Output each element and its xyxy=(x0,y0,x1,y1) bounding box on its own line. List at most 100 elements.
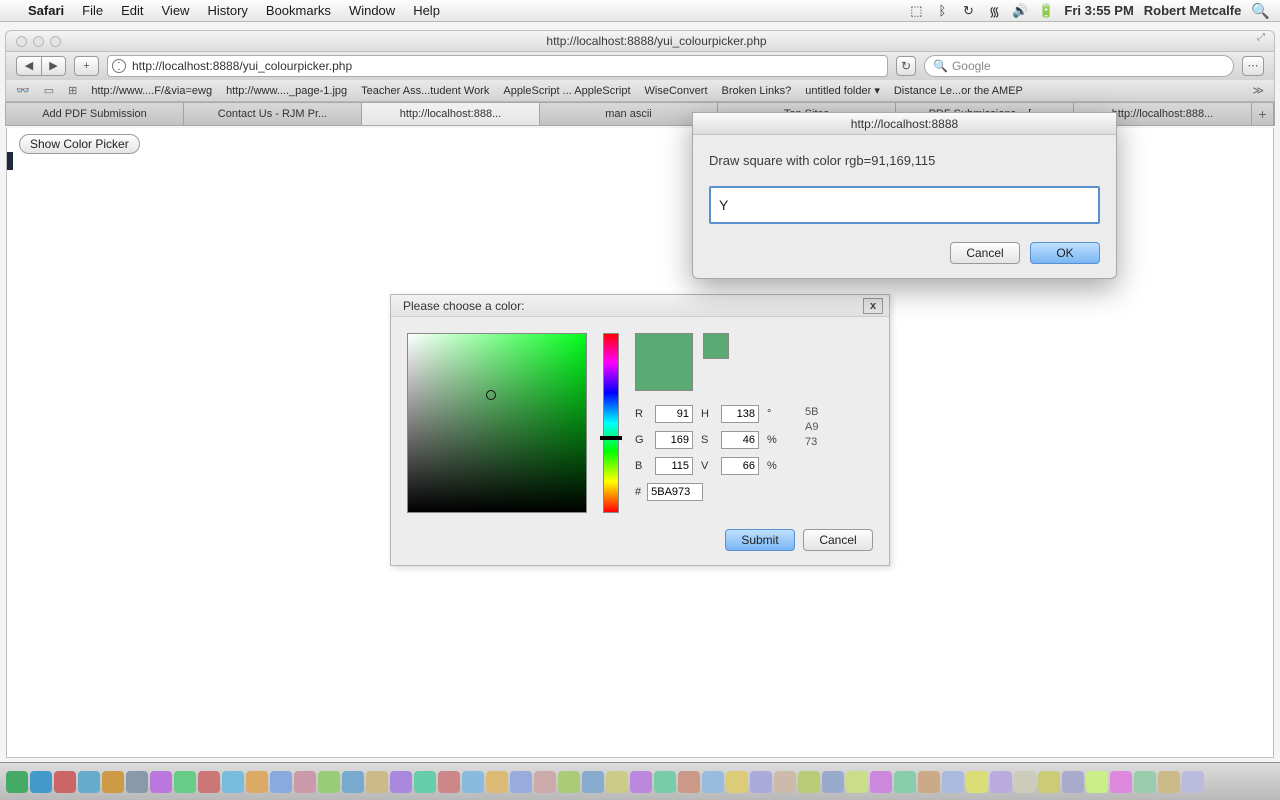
bookmark-item[interactable]: http://www...._page-1.jpg xyxy=(226,85,347,97)
tab[interactable]: Contact Us - RJM Pr... xyxy=(184,103,362,125)
dock-app-icon[interactable] xyxy=(990,771,1012,793)
tab-active[interactable]: http://localhost:888... xyxy=(362,103,540,125)
dock-app-icon[interactable] xyxy=(558,771,580,793)
menu-app[interactable]: Safari xyxy=(28,3,64,18)
dock-app-icon[interactable] xyxy=(246,771,268,793)
dock-app-icon[interactable] xyxy=(606,771,628,793)
dock-app-icon[interactable] xyxy=(438,771,460,793)
dock-app-icon[interactable] xyxy=(894,771,916,793)
dock-app-icon[interactable] xyxy=(918,771,940,793)
dock-app-icon[interactable] xyxy=(1014,771,1036,793)
volume-icon[interactable]: 🔊 xyxy=(1012,3,1028,19)
dock-app-icon[interactable] xyxy=(966,771,988,793)
dock-app-icon[interactable] xyxy=(1182,771,1204,793)
menu-file[interactable]: File xyxy=(82,3,103,18)
minimize-window-button[interactable] xyxy=(33,36,44,47)
h-input[interactable] xyxy=(721,405,759,423)
dock-app-icon[interactable] xyxy=(6,771,28,793)
dock-app-icon[interactable] xyxy=(198,771,220,793)
menu-help[interactable]: Help xyxy=(413,3,440,18)
dock-app-icon[interactable] xyxy=(126,771,148,793)
dock-app-icon[interactable] xyxy=(798,771,820,793)
dock-app-icon[interactable] xyxy=(510,771,532,793)
cancel-button[interactable]: Cancel xyxy=(803,529,873,551)
dock-app-icon[interactable] xyxy=(318,771,340,793)
bookmark-item[interactable]: untitled folder ▾ xyxy=(805,84,880,97)
reload-button[interactable]: ↻ xyxy=(896,56,916,76)
dock-app-icon[interactable] xyxy=(1038,771,1060,793)
dock-app-icon[interactable] xyxy=(1134,771,1156,793)
dialog-cancel-button[interactable]: Cancel xyxy=(950,242,1020,264)
dock-app-icon[interactable] xyxy=(270,771,292,793)
bookmark-item[interactable]: WiseConvert xyxy=(645,85,708,97)
dock-app-icon[interactable] xyxy=(702,771,724,793)
s-input[interactable] xyxy=(721,431,759,449)
b-input[interactable] xyxy=(655,457,693,475)
dock-app-icon[interactable] xyxy=(630,771,652,793)
bookmarks-overflow-icon[interactable]: ≫ xyxy=(1252,84,1264,97)
dialog-input[interactable] xyxy=(709,186,1100,224)
dock-app-icon[interactable] xyxy=(414,771,436,793)
zoom-window-button[interactable] xyxy=(50,36,61,47)
search-field[interactable]: 🔍 Google xyxy=(924,55,1234,77)
dock-app-icon[interactable] xyxy=(222,771,244,793)
tab[interactable]: Add PDF Submission xyxy=(6,103,184,125)
g-input[interactable] xyxy=(655,431,693,449)
close-window-button[interactable] xyxy=(16,36,27,47)
dock-app-icon[interactable] xyxy=(774,771,796,793)
hue-slider[interactable] xyxy=(603,333,619,513)
battery-icon[interactable]: 🔋 xyxy=(1038,3,1054,19)
dialog-ok-button[interactable]: OK xyxy=(1030,242,1100,264)
sync-icon[interactable]: ↻ xyxy=(960,3,976,19)
dock-app-icon[interactable] xyxy=(102,771,124,793)
dropbox-icon[interactable]: ⬚ xyxy=(908,3,924,19)
dock-app-icon[interactable] xyxy=(30,771,52,793)
reading-list-icon[interactable]: 👓 xyxy=(16,84,30,97)
new-tab-button[interactable]: + xyxy=(1252,103,1274,125)
r-input[interactable] xyxy=(655,405,693,423)
spotlight-icon[interactable]: 🔍 xyxy=(1251,2,1270,20)
toolbar-overflow-button[interactable]: ⋯ xyxy=(1242,56,1264,76)
dock-app-icon[interactable] xyxy=(750,771,772,793)
bookmarks-icon[interactable]: ▭ xyxy=(44,84,54,97)
dock-app-icon[interactable] xyxy=(726,771,748,793)
dock-app-icon[interactable] xyxy=(150,771,172,793)
forward-button[interactable]: ▶ xyxy=(41,56,66,76)
dock-app-icon[interactable] xyxy=(1158,771,1180,793)
dock-app-icon[interactable] xyxy=(54,771,76,793)
dock-app-icon[interactable] xyxy=(462,771,484,793)
submit-button[interactable]: Submit xyxy=(725,529,795,551)
bookmark-item[interactable]: Distance Le...or the AMEP xyxy=(894,85,1023,97)
dock-app-icon[interactable] xyxy=(582,771,604,793)
bookmark-item[interactable]: Broken Links? xyxy=(722,85,792,97)
dock-app-icon[interactable] xyxy=(174,771,196,793)
dock-app-icon[interactable] xyxy=(1086,771,1108,793)
bluetooth-icon[interactable]: ᛒ xyxy=(934,3,950,18)
menu-bookmarks[interactable]: Bookmarks xyxy=(266,3,331,18)
hue-thumb-icon[interactable] xyxy=(600,436,622,440)
back-button[interactable]: ◀ xyxy=(16,56,41,76)
sv-thumb-icon[interactable] xyxy=(486,390,496,400)
dock-app-icon[interactable] xyxy=(678,771,700,793)
window-resize-icon[interactable]: ⤢ xyxy=(1252,32,1270,50)
menu-view[interactable]: View xyxy=(162,3,190,18)
dock-app-icon[interactable] xyxy=(294,771,316,793)
dock-app-icon[interactable] xyxy=(654,771,676,793)
show-color-picker-button[interactable]: Show Color Picker xyxy=(19,134,140,154)
dock-app-icon[interactable] xyxy=(78,771,100,793)
dock-app-icon[interactable] xyxy=(1062,771,1084,793)
dock-app-icon[interactable] xyxy=(342,771,364,793)
bookmark-item[interactable]: AppleScript ... AppleScript xyxy=(503,85,630,97)
dock-app-icon[interactable] xyxy=(942,771,964,793)
bookmark-item[interactable]: http://www....F/&via=ewg xyxy=(91,85,212,97)
hex-input[interactable] xyxy=(647,483,703,501)
add-bookmark-button[interactable]: + xyxy=(74,56,99,76)
menu-window[interactable]: Window xyxy=(349,3,395,18)
dock-app-icon[interactable] xyxy=(822,771,844,793)
menu-edit[interactable]: Edit xyxy=(121,3,143,18)
saturation-value-box[interactable] xyxy=(407,333,587,513)
dock-app-icon[interactable] xyxy=(486,771,508,793)
clock[interactable]: Fri 3:55 PM xyxy=(1064,3,1133,18)
dock-app-icon[interactable] xyxy=(366,771,388,793)
dock-app-icon[interactable] xyxy=(534,771,556,793)
